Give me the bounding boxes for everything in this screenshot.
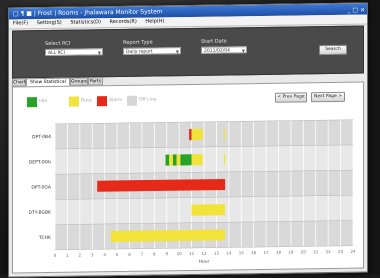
start-date-label: Start Date: [201, 38, 227, 45]
window-title: □ ¶ ■ | Frost | Rooms - Jhalawara Monito…: [13, 8, 163, 18]
x-tick-label: 4: [103, 252, 106, 257]
x-tick-label: 5: [116, 252, 119, 257]
row-label: DPT-0GA: [31, 184, 51, 190]
x-tick-label: 9: [165, 251, 168, 256]
status-segment-busy: [191, 204, 226, 216]
tab-chart[interactable]: Chart: [12, 78, 26, 87]
status-segment-busy: [191, 128, 203, 141]
start-date-value: 2011/02/04: [204, 48, 230, 54]
status-segment-idle: [165, 154, 170, 166]
status-segment-busy: [176, 154, 181, 166]
x-tick-label: 11: [189, 251, 195, 256]
x-tick-label: 24: [350, 249, 356, 254]
x-tick-label: 15: [239, 250, 245, 255]
menu-file[interactable]: File(F): [13, 20, 28, 26]
x-tick-label: 13: [214, 251, 220, 256]
x-tick-label: 7: [141, 252, 144, 257]
select-rci-dropdown[interactable]: ALL RCI ▼: [45, 48, 103, 56]
x-tick-label: 20: [301, 249, 307, 254]
tab-groups[interactable]: Groups: [70, 77, 88, 86]
status-segment-busy: [110, 229, 226, 243]
chevron-down-icon: ▼: [175, 49, 179, 55]
x-tick-label: 23: [338, 249, 344, 254]
row-label: DEPT-0Gb: [29, 159, 51, 165]
x-tick-label: 8: [153, 251, 156, 256]
menu-records[interactable]: Records(R): [110, 19, 137, 25]
menu-help[interactable]: Help(H): [145, 18, 164, 24]
x-tick-label: 1: [66, 253, 69, 258]
search-button[interactable]: Search: [319, 44, 347, 56]
menu-setting[interactable]: Setting(S): [37, 20, 62, 26]
menu-statistics[interactable]: Statistics(D): [70, 19, 101, 25]
chevron-down-icon: ▼: [97, 50, 101, 56]
x-tick-label: 18: [276, 250, 282, 255]
start-date-picker[interactable]: 2011/02/04 ▼: [201, 46, 247, 54]
row-label: DTY-BGBK: [29, 210, 52, 216]
x-tick-label: 2: [79, 252, 82, 257]
x-tick-label: 10: [177, 251, 183, 256]
status-segment-alarm: [97, 178, 226, 192]
x-tick-label: 21: [313, 249, 319, 254]
app-window: □ ¶ ■ | Frost | Rooms - Jhalawara Monito…: [8, 2, 368, 278]
report-type-label: Report Type: [123, 39, 153, 46]
filter-panel: Select RCI ALL RCI ▼ Report Type Daily r…: [12, 25, 364, 79]
x-tick-label: 17: [264, 250, 270, 255]
x-tick-label: 19: [288, 250, 294, 255]
calendar-dropdown-icon: ▼: [241, 48, 245, 54]
chart-panel: Idle Busy Alarm Off Line < Prev Page Nex…: [12, 81, 364, 274]
status-segment-busy: [169, 154, 173, 166]
x-tick-label: 6: [128, 252, 131, 257]
report-type-dropdown[interactable]: Daily report ▼: [123, 47, 181, 55]
status-segment-busy: [191, 154, 203, 166]
select-rci-value: ALL RCI: [48, 50, 65, 56]
row-label: TCHK: [38, 235, 52, 241]
x-axis-label: Hour: [199, 259, 210, 265]
report-type-value: Daily report: [126, 49, 153, 55]
x-tick-label: 0: [54, 253, 57, 258]
x-tick-label: 22: [326, 249, 332, 254]
status-segment-idle: [180, 154, 192, 166]
select-rci-label: Select RCI: [45, 40, 71, 47]
status-segment-busy: [223, 128, 226, 140]
row-label: DPT-0B4: [32, 134, 51, 140]
tab-parts[interactable]: Parts: [88, 77, 103, 86]
status-segment-busy: [223, 153, 226, 165]
status-segment-idle: [172, 154, 177, 166]
x-tick-label: 3: [91, 252, 94, 257]
x-tick-label: 12: [201, 251, 207, 256]
status-gantt-chart: DPT-0B4DEPT-0GbDPT-0GADTY-BGBKTCHK0 1 2 3 4 5…: [29, 119, 356, 265]
x-tick-label: 16: [251, 250, 257, 255]
status-segment-alarm: [189, 129, 192, 141]
x-tick-label: 14: [226, 250, 232, 255]
